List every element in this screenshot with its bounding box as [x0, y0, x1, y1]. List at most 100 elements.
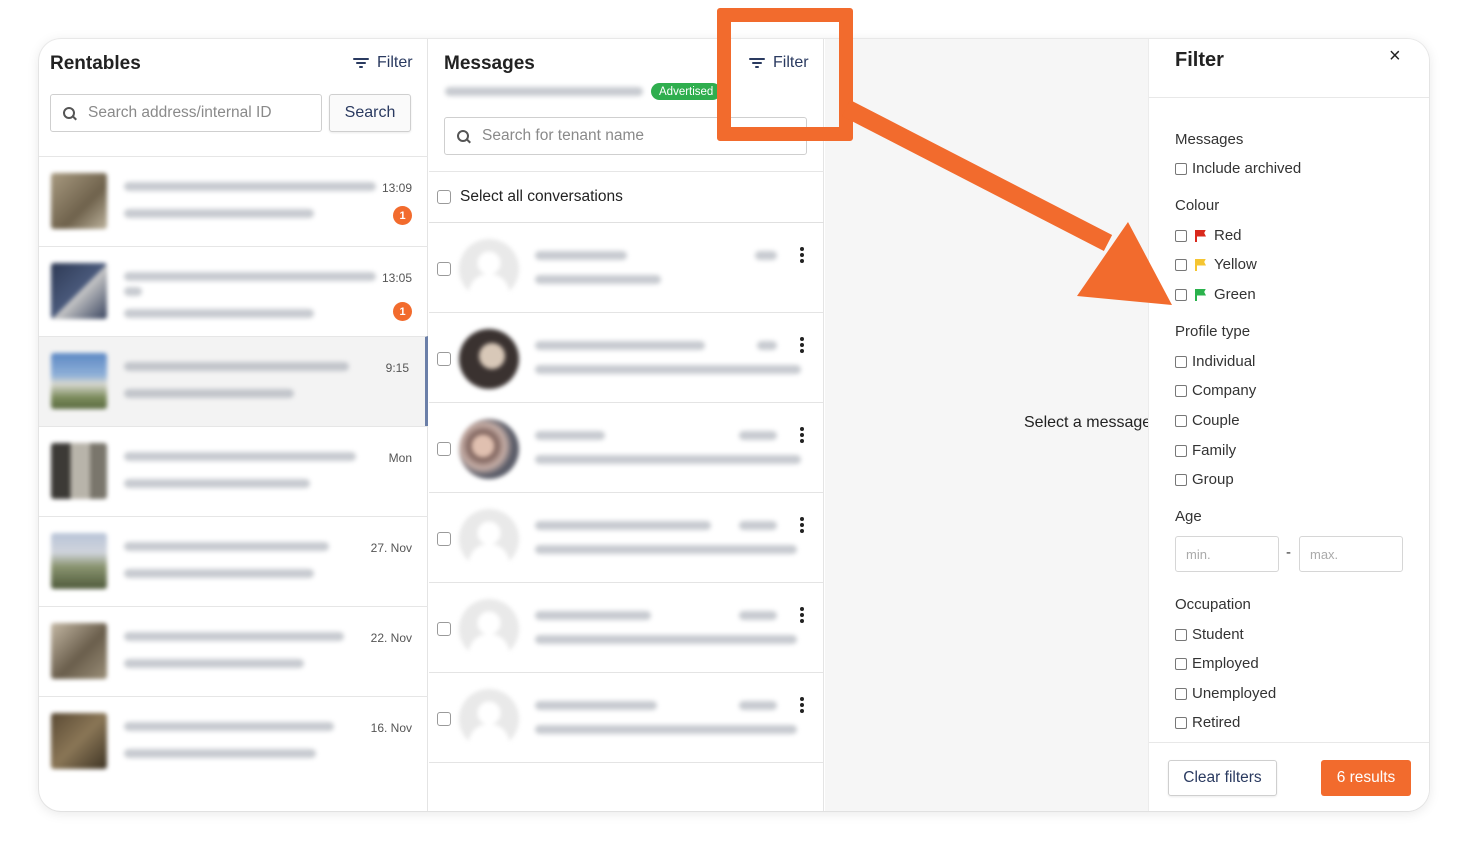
profile-type-section-label: Profile type: [1175, 323, 1251, 340]
occupation-option[interactable]: Retired: [1175, 714, 1240, 731]
profile-type-checkbox[interactable]: [1175, 384, 1187, 397]
search-button[interactable]: Search: [329, 94, 411, 132]
select-all-row[interactable]: Select all conversations: [429, 171, 824, 223]
colour-option-green[interactable]: Green: [1175, 286, 1256, 303]
show-results-button[interactable]: 6 results: [1321, 760, 1411, 796]
conversation-checkbox[interactable]: [437, 712, 451, 726]
colour-yellow-checkbox[interactable]: [1175, 258, 1187, 271]
conversation-checkbox[interactable]: [437, 262, 451, 276]
more-options-icon[interactable]: [800, 427, 804, 443]
conversation-time: [757, 341, 777, 350]
rentable-item[interactable]: 22. Nov: [39, 606, 428, 696]
rentable-address: [124, 182, 376, 191]
colour-green-label: Green: [1214, 286, 1256, 303]
rentables-filter-button[interactable]: Filter: [353, 54, 413, 72]
rentable-address-cont: [124, 287, 142, 296]
message-preview: [535, 725, 797, 734]
profile-type-option[interactable]: Company: [1175, 382, 1256, 399]
profile-type-checkbox[interactable]: [1175, 414, 1187, 427]
conversation-checkbox[interactable]: [437, 352, 451, 366]
occupation-label: Employed: [1192, 655, 1259, 672]
filter-panel-title: Filter: [1175, 49, 1224, 71]
rentable-item[interactable]: Mon: [39, 426, 428, 516]
occupation-option[interactable]: Unemployed: [1175, 685, 1276, 702]
property-thumbnail: [51, 443, 107, 499]
rentable-time: 22. Nov: [370, 631, 412, 645]
occupation-checkbox[interactable]: [1175, 716, 1187, 729]
conversation-item[interactable]: [429, 223, 824, 313]
conversation-list: [429, 223, 824, 763]
conversation-item[interactable]: [429, 583, 824, 673]
message-preview: [535, 275, 661, 284]
rentable-meta: [124, 389, 294, 398]
more-options-icon[interactable]: [800, 697, 804, 713]
occupation-checkbox[interactable]: [1175, 657, 1187, 670]
profile-type-checkbox[interactable]: [1175, 355, 1187, 368]
conversation-checkbox[interactable]: [437, 442, 451, 456]
colour-section-label: Colour: [1175, 197, 1220, 214]
avatar: [459, 239, 519, 299]
avatar: [459, 599, 519, 659]
more-options-icon[interactable]: [800, 247, 804, 263]
colour-option-yellow[interactable]: Yellow: [1175, 256, 1257, 273]
profile-type-checkbox[interactable]: [1175, 444, 1187, 457]
occupation-checkbox[interactable]: [1175, 687, 1187, 700]
app-window: Rentables Filter Search address/internal…: [39, 39, 1429, 811]
colour-option-red[interactable]: Red: [1175, 227, 1242, 244]
conversation-item[interactable]: [429, 673, 824, 763]
profile-type-option[interactable]: Group: [1175, 471, 1234, 488]
age-max-input[interactable]: max.: [1299, 536, 1403, 572]
profile-type-option[interactable]: Family: [1175, 442, 1236, 459]
include-archived-option[interactable]: Include archived: [1175, 160, 1301, 177]
tenant-name: [535, 341, 705, 350]
rentable-meta: [124, 479, 310, 488]
conversation-checkbox[interactable]: [437, 532, 451, 546]
include-archived-checkbox[interactable]: [1175, 162, 1187, 175]
rentables-search-input[interactable]: Search address/internal ID: [50, 94, 322, 132]
occupation-checkbox[interactable]: [1175, 628, 1187, 641]
close-icon[interactable]: ×: [1389, 45, 1401, 68]
clear-filters-button[interactable]: Clear filters: [1168, 760, 1277, 796]
conversation-item[interactable]: [429, 493, 824, 583]
select-all-checkbox[interactable]: [437, 190, 451, 204]
profile-type-option[interactable]: Individual: [1175, 353, 1255, 370]
more-options-icon[interactable]: [800, 337, 804, 353]
rentable-address: [124, 452, 356, 461]
age-min-input[interactable]: min.: [1175, 536, 1279, 572]
rentable-item[interactable]: 13:05 1: [39, 246, 428, 336]
profile-type-option[interactable]: Couple: [1175, 412, 1240, 429]
profile-type-checkbox[interactable]: [1175, 473, 1187, 486]
rentable-address: [124, 632, 344, 641]
rentable-time: 13:09: [381, 181, 412, 195]
profile-type-label: Group: [1192, 471, 1234, 488]
tenant-name: [535, 251, 627, 260]
green-flag-icon: [1195, 288, 1207, 301]
rentables-filter-label: Filter: [377, 54, 413, 71]
age-separator: -: [1286, 544, 1291, 561]
search-icon: [63, 106, 76, 120]
more-options-icon[interactable]: [800, 607, 804, 623]
property-thumbnail: [51, 533, 107, 589]
colour-green-checkbox[interactable]: [1175, 288, 1187, 301]
occupation-section-label: Occupation: [1175, 596, 1251, 613]
conversation-item[interactable]: [429, 313, 824, 403]
unread-badge: 1: [393, 206, 412, 225]
occupation-label: Student: [1192, 626, 1244, 643]
rentable-item[interactable]: 27. Nov: [39, 516, 428, 606]
conversation-checkbox[interactable]: [437, 622, 451, 636]
colour-red-checkbox[interactable]: [1175, 229, 1187, 242]
rentable-item-selected[interactable]: 9:15: [39, 336, 428, 426]
filter-panel-header: Filter ×: [1149, 39, 1429, 98]
occupation-option[interactable]: Student: [1175, 626, 1244, 643]
highlight-box: [717, 8, 853, 141]
avatar: [459, 509, 519, 569]
rentable-item[interactable]: 16. Nov: [39, 696, 428, 786]
occupation-option[interactable]: Employed: [1175, 655, 1259, 672]
message-preview: [535, 545, 797, 554]
conversation-item[interactable]: [429, 403, 824, 493]
more-options-icon[interactable]: [800, 517, 804, 533]
rentables-title: Rentables: [50, 53, 141, 74]
rentable-item[interactable]: 13:09 1: [39, 156, 428, 246]
rentables-panel: Rentables Filter Search address/internal…: [39, 39, 428, 811]
rentables-list: 13:09 1 13:05 1 9:15 Mon 27. Nov 22. Nov…: [39, 156, 428, 786]
